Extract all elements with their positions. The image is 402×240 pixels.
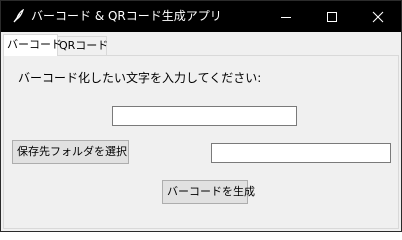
select-folder-button[interactable]: 保存先フォルダを選択	[12, 140, 129, 164]
minimize-icon	[281, 16, 291, 18]
title-bar: バーコード & QRコード生成アプリ	[1, 1, 401, 32]
window-title: バーコード & QRコード生成アプリ	[31, 9, 222, 23]
generate-barcode-button[interactable]: バーコードを生成	[162, 180, 255, 204]
barcode-tab-panel: バーコード化したい文字を入力してください: 保存先フォルダを選択 バーコードを生…	[3, 55, 399, 229]
maximize-button[interactable]	[309, 1, 355, 32]
app-window: バーコード & QRコード生成アプリ バーコード QRコード バーコード化したい…	[0, 0, 402, 232]
barcode-text-input[interactable]	[112, 106, 297, 126]
folder-path-field[interactable]	[211, 143, 391, 163]
close-button[interactable]	[355, 1, 401, 32]
tab-qrcode[interactable]: QRコード	[55, 36, 108, 55]
feather-icon	[11, 8, 25, 23]
close-icon	[372, 11, 384, 22]
text-prompt-label: バーコード化したい文字を入力してください:	[18, 71, 262, 85]
maximize-icon	[327, 11, 337, 22]
tab-barcode[interactable]: バーコード	[3, 34, 62, 56]
minimize-button[interactable]	[263, 1, 309, 32]
